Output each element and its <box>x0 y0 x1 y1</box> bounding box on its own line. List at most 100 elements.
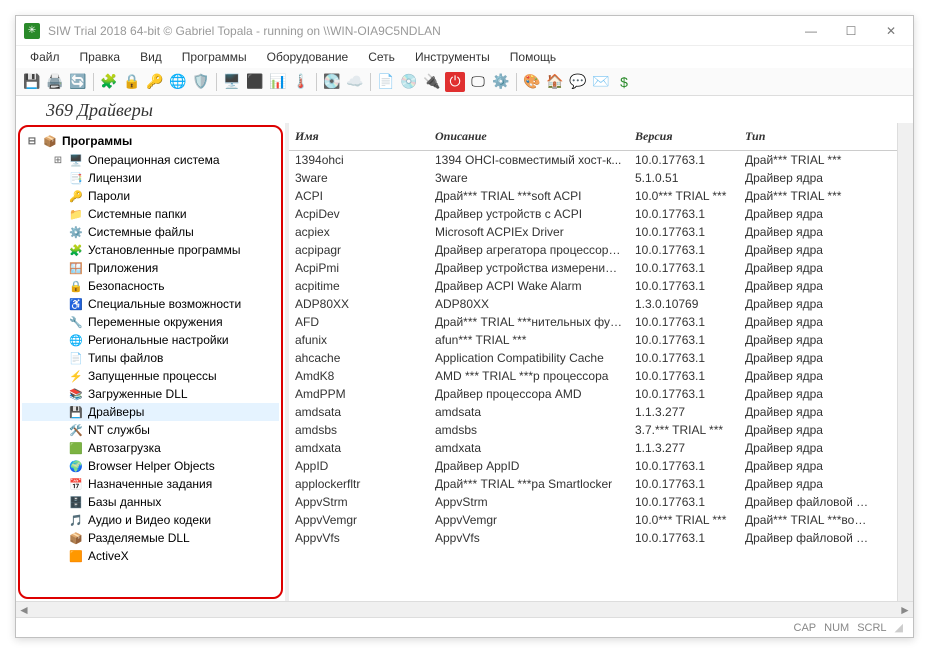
vertical-scrollbar[interactable] <box>897 123 913 601</box>
tree-item[interactable]: 🟧ActiveX <box>22 547 279 565</box>
money-icon[interactable]: $ <box>614 72 634 92</box>
save-icon[interactable]: 💾 <box>22 72 42 92</box>
menu-item[interactable]: Инструменты <box>407 48 498 66</box>
menu-item[interactable]: Файл <box>22 48 68 66</box>
item-icon: 💾 <box>68 404 84 420</box>
tree-item[interactable]: 🟩Автозагрузка <box>22 439 279 457</box>
list-row[interactable]: applockerfltrДрай*** TRIAL ***ра Smartlo… <box>289 475 913 493</box>
tree-item[interactable]: ♿Специальные возможности <box>22 295 279 313</box>
refresh-icon[interactable]: 🔄 <box>68 72 88 92</box>
tree-item[interactable]: 🌍Browser Helper Objects <box>22 457 279 475</box>
cell: 10.0.17763.1 <box>629 331 739 349</box>
tree-item[interactable]: 🧩Установленные программы <box>22 241 279 259</box>
list-row[interactable]: ACPIДрай*** TRIAL ***soft ACPI10.0*** TR… <box>289 187 913 205</box>
menu-item[interactable]: Оборудование <box>259 48 357 66</box>
list-row[interactable]: acpiexMicrosoft ACPIEx Driver10.0.17763.… <box>289 223 913 241</box>
list-row[interactable]: afunixafun*** TRIAL ***10.0.17763.1Драйв… <box>289 331 913 349</box>
list-row[interactable]: acpitimeДрайвер ACPI Wake Alarm10.0.1776… <box>289 277 913 295</box>
list-row[interactable]: AppvVemgrAppvVemgr10.0*** TRIAL ***Драй*… <box>289 511 913 529</box>
list-row[interactable]: ADP80XXADP80XX1.3.0.10769Драйвер ядра <box>289 295 913 313</box>
list-row[interactable]: AcpiPmiДрайвер устройства измерения ...1… <box>289 259 913 277</box>
gear-icon[interactable]: ⚙️ <box>491 72 511 92</box>
home-icon[interactable]: 🏠 <box>545 72 565 92</box>
cd-icon[interactable]: 💿 <box>399 72 419 92</box>
list-row[interactable]: AppIDДрайвер AppID10.0.17763.1Драйвер яд… <box>289 457 913 475</box>
key-icon[interactable]: 🔑 <box>145 72 165 92</box>
disk-icon[interactable]: 💽 <box>322 72 342 92</box>
list-row[interactable]: 1394ohci1394 OHCI-совместимый хост-к...1… <box>289 151 913 169</box>
menu-item[interactable]: Правка <box>72 48 129 66</box>
tree-item[interactable]: 🪟Приложения <box>22 259 279 277</box>
tree-item[interactable]: 🔑Пароли <box>22 187 279 205</box>
list-row[interactable]: acpipagrДрайвер агрегатора процессора...… <box>289 241 913 259</box>
tree-item[interactable]: 📅Назначенные задания <box>22 475 279 493</box>
collapse-icon[interactable]: ⊟ <box>26 136 38 147</box>
list-row[interactable]: AmdPPMДрайвер процессора AMD10.0.17763.1… <box>289 385 913 403</box>
tree-item[interactable]: 📑Лицензии <box>22 169 279 187</box>
power-icon[interactable]: ⏻ <box>445 72 465 92</box>
tree-item[interactable]: 📄Типы файлов <box>22 349 279 367</box>
list-row[interactable]: amdxataamdxata1.1.3.277Драйвер ядра <box>289 439 913 457</box>
list-pane[interactable]: Имя Описание Версия Тип 1394ohci1394 OHC… <box>289 123 913 601</box>
tree-item[interactable]: 🔧Переменные окружения <box>22 313 279 331</box>
tree-item[interactable]: ⚙️Системные файлы <box>22 223 279 241</box>
list-row[interactable]: AppvVfsAppvVfs10.0.17763.1Драйвер файлов… <box>289 529 913 547</box>
chat-icon[interactable]: 💬 <box>568 72 588 92</box>
menu-item[interactable]: Программы <box>174 48 255 66</box>
tree-item[interactable]: 📚Загруженные DLL <box>22 385 279 403</box>
mail-icon[interactable]: ✉️ <box>591 72 611 92</box>
tree-item[interactable]: ⊞🖥️Операционная система <box>22 151 279 169</box>
color-icon[interactable]: 🎨 <box>522 72 542 92</box>
tree-item[interactable]: 🔒Безопасность <box>22 277 279 295</box>
col-type[interactable]: Тип <box>739 127 879 146</box>
tree-item[interactable]: 🎵Аудио и Видео кодеки <box>22 511 279 529</box>
list-row[interactable]: 3ware3ware5.1.0.51Драйвер ядра <box>289 169 913 187</box>
memory-icon[interactable]: 📊 <box>268 72 288 92</box>
list-row[interactable]: amdsataamdsata1.1.3.277Драйвер ядра <box>289 403 913 421</box>
status-scrl: SCRL <box>857 622 886 634</box>
tree-pane[interactable]: ⊟ 📦 Программы ⊞🖥️Операционная система📑Ли… <box>18 125 283 599</box>
apps-icon[interactable]: 🧩 <box>99 72 119 92</box>
expand-icon[interactable]: ⊞ <box>52 155 64 166</box>
display-icon[interactable]: 🖵 <box>468 72 488 92</box>
thermometer-icon[interactable]: 🌡️ <box>291 72 311 92</box>
tree-item[interactable]: 🛠️NT службы <box>22 421 279 439</box>
col-desc[interactable]: Описание <box>429 127 629 146</box>
list-row[interactable]: ahcacheApplication Compatibility Cache10… <box>289 349 913 367</box>
lock-icon[interactable]: 🔒 <box>122 72 142 92</box>
menu-item[interactable]: Сеть <box>360 48 403 66</box>
print-icon[interactable]: 🖨️ <box>45 72 65 92</box>
status-cap: CAP <box>794 622 817 634</box>
cpu-icon[interactable]: ⬛ <box>245 72 265 92</box>
cloud-icon[interactable]: ☁️ <box>345 72 365 92</box>
net-icon[interactable]: 🔌 <box>422 72 442 92</box>
scroll-right-icon[interactable]: ► <box>897 602 913 618</box>
list-row[interactable]: AFDДрай*** TRIAL ***нительных фун...10.0… <box>289 313 913 331</box>
cell: Драйвер ядра <box>739 169 879 187</box>
tree-item[interactable]: 🗄️Базы данных <box>22 493 279 511</box>
col-version[interactable]: Версия <box>629 127 739 146</box>
maximize-button[interactable]: ☐ <box>837 21 865 41</box>
list-row[interactable]: AmdK8AMD *** TRIAL ***р процессора10.0.1… <box>289 367 913 385</box>
minimize-button[interactable]: — <box>797 21 825 41</box>
close-button[interactable]: ✕ <box>877 21 905 41</box>
tree-item[interactable]: 💾Драйверы <box>22 403 279 421</box>
col-name[interactable]: Имя <box>289 127 429 146</box>
list-row[interactable]: AcpiDevДрайвер устройств с ACPI10.0.1776… <box>289 205 913 223</box>
cell: amdxata <box>289 439 429 457</box>
tree-item[interactable]: 🌐Региональные настройки <box>22 331 279 349</box>
menu-item[interactable]: Помощь <box>502 48 564 66</box>
monitor-icon[interactable]: 🖥️ <box>222 72 242 92</box>
globe-icon[interactable]: 🌐 <box>168 72 188 92</box>
menu-item[interactable]: Вид <box>132 48 170 66</box>
list-row[interactable]: AppvStrmAppvStrm10.0.17763.1Драйвер файл… <box>289 493 913 511</box>
scroll-left-icon[interactable]: ◄ <box>16 602 32 618</box>
list-row[interactable]: amdsbsamdsbs3.7.*** TRIAL ***Драйвер ядр… <box>289 421 913 439</box>
tree-item[interactable]: ⚡Запущенные процессы <box>22 367 279 385</box>
horizontal-scrollbar[interactable]: ◄ ► <box>16 601 913 617</box>
tree-item[interactable]: 📦Разделяемые DLL <box>22 529 279 547</box>
shield-icon[interactable]: 🛡️ <box>191 72 211 92</box>
tree-root[interactable]: ⊟ 📦 Программы <box>22 131 279 151</box>
doc-icon[interactable]: 📄 <box>376 72 396 92</box>
tree-item[interactable]: 📁Системные папки <box>22 205 279 223</box>
